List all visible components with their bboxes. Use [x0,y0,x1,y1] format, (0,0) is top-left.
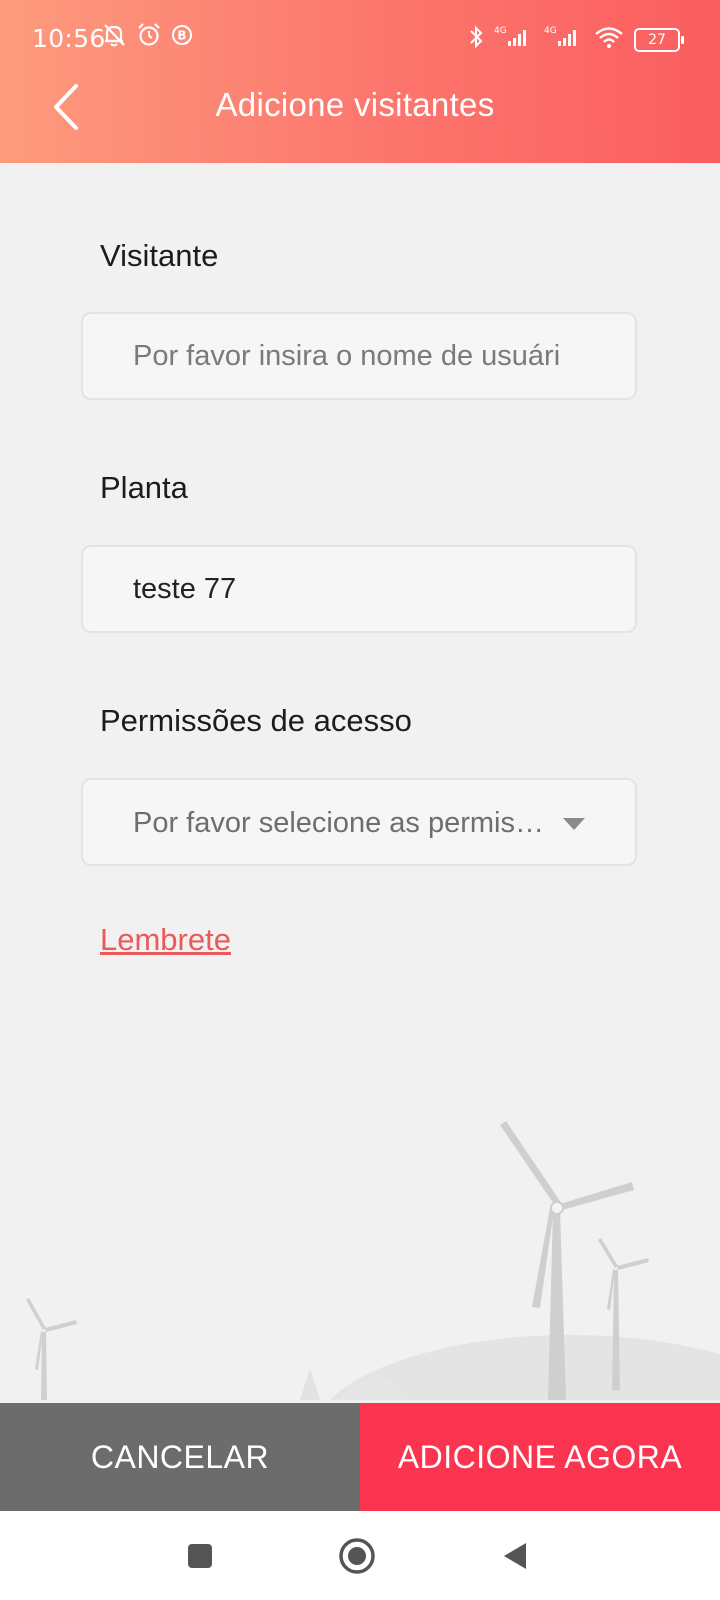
square-recents-icon[interactable] [177,1533,223,1579]
add-now-button[interactable]: ADICIONE AGORA [360,1403,720,1511]
visitor-label: Visitante [100,238,219,273]
app-header: 10:56 B 4G 4G 27 Adicione visitantes [0,0,720,163]
circle-home-icon[interactable] [334,1533,380,1579]
b-badge-icon: B [170,23,194,52]
wifi-icon [594,24,624,55]
status-bar: 10:56 B 4G 4G 27 [0,0,720,78]
plant-input[interactable] [133,547,583,631]
battery-icon: 27 [634,27,684,52]
triangle-back-icon[interactable] [492,1533,538,1579]
reminder-link[interactable]: Lembrete [100,922,231,958]
plant-label: Planta [100,470,188,505]
signal-icon: 4G [494,24,534,55]
plant-field[interactable] [81,545,637,633]
permissions-select[interactable]: Por favor selecione as permis… [81,778,637,866]
permissions-placeholder: Por favor selecione as permis… [133,807,544,839]
system-nav-bar [0,1511,720,1600]
page-title: Adicione visitantes [215,86,495,123]
mute-icon [100,22,128,53]
status-time: 10:56 [32,24,106,53]
bluetooth-icon [468,24,484,55]
wind-turbine-illustration [26,1121,720,1400]
network-label: 4G [494,26,507,36]
visitor-field[interactable] [81,312,637,400]
status-left-icons: B [100,22,194,53]
signal-icon: 4G [544,24,584,55]
status-right-icons: 4G 4G 27 [468,24,684,55]
action-bar: CANCELAR ADICIONE AGORA [0,1403,720,1511]
network-label: 4G [544,26,557,36]
triangle-down-icon[interactable] [563,818,585,830]
permissions-label: Permissões de acesso [100,703,412,738]
cancel-button[interactable]: CANCELAR [0,1403,360,1511]
alarm-icon [136,22,162,53]
visitor-input[interactable] [133,314,583,398]
svg-text:B: B [177,29,186,43]
